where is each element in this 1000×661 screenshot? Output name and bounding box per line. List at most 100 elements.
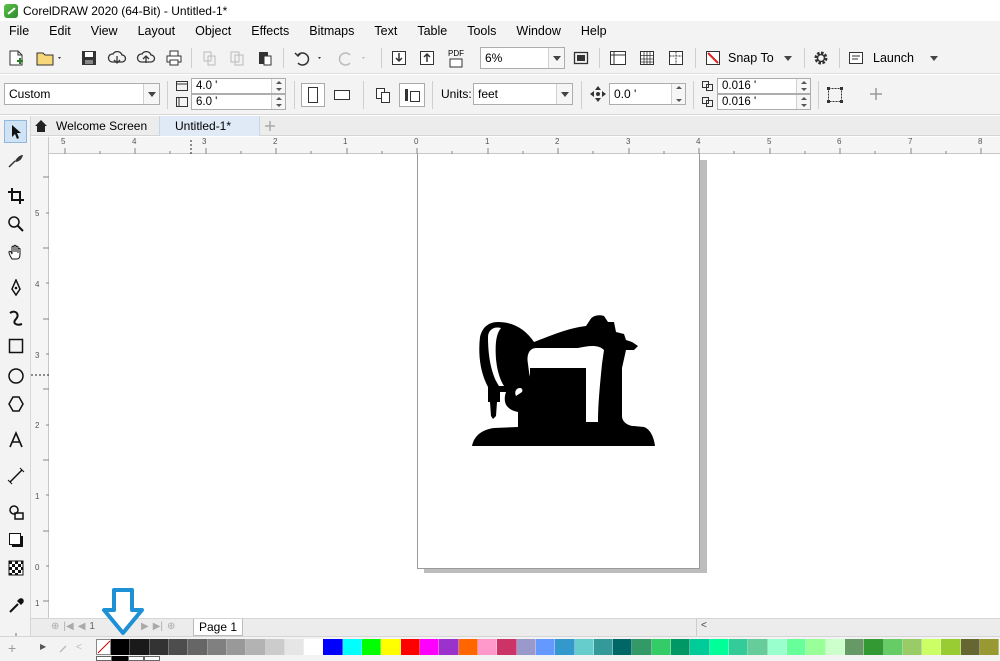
color-swatch[interactable]: [690, 639, 710, 655]
color-swatch[interactable]: [709, 639, 729, 655]
options-gear-icon[interactable]: [811, 48, 831, 68]
color-swatch[interactable]: [497, 639, 517, 655]
cloud-upload-icon[interactable]: [135, 48, 157, 68]
document-page[interactable]: [417, 154, 700, 569]
color-swatch[interactable]: [362, 639, 382, 655]
transparency-tool-icon[interactable]: [4, 556, 27, 579]
color-swatch[interactable]: [381, 639, 401, 655]
menu-effects[interactable]: Effects: [241, 21, 299, 42]
palette-plus-icon[interactable]: +: [8, 640, 16, 656]
color-swatch[interactable]: [574, 639, 594, 655]
zoom-level-combo[interactable]: 6%: [480, 47, 565, 69]
prev-page-icon[interactable]: ◀: [78, 621, 86, 632]
zoom-tool-icon[interactable]: [4, 212, 27, 235]
first-page-icon[interactable]: |◀: [63, 621, 73, 632]
color-swatch[interactable]: [960, 639, 981, 655]
nudge-distance-field[interactable]: 0.0 ': [609, 83, 686, 105]
color-swatch[interactable]: [130, 639, 150, 655]
copy-icon[interactable]: [227, 48, 247, 68]
menu-edit[interactable]: Edit: [39, 21, 81, 42]
text-tool-icon[interactable]: [4, 428, 27, 451]
horizontal-scrollbar[interactable]: <: [696, 619, 1000, 636]
menu-file[interactable]: File: [0, 21, 39, 42]
color-swatch[interactable]: [980, 639, 1000, 655]
undo-icon[interactable]: [291, 48, 327, 68]
menu-bitmaps[interactable]: Bitmaps: [299, 21, 364, 42]
treat-as-filled-icon[interactable]: [823, 83, 847, 107]
color-swatch[interactable]: [516, 639, 536, 655]
page-height-field[interactable]: 6.0 ': [191, 94, 286, 110]
cut-icon[interactable]: [199, 48, 219, 68]
color-swatch[interactable]: [111, 639, 131, 655]
nudge-distance-spinner[interactable]: [671, 84, 685, 104]
artistic-media-tool-icon[interactable]: [4, 306, 27, 329]
color-swatch[interactable]: [806, 639, 826, 655]
polygon-tool-icon[interactable]: [4, 392, 27, 415]
publish-pdf-icon[interactable]: PDF: [445, 47, 467, 69]
duplicate-y-field[interactable]: 0.016 ': [717, 94, 811, 110]
color-swatch[interactable]: [458, 639, 478, 655]
full-screen-preview-icon[interactable]: [571, 48, 591, 68]
landscape-orientation-icon[interactable]: [330, 83, 354, 107]
color-swatch[interactable]: [246, 639, 266, 655]
page-height-spinner[interactable]: [271, 95, 285, 109]
add-plus-icon[interactable]: [866, 84, 886, 104]
snap-off-icon[interactable]: [703, 48, 723, 68]
page-preset-combo[interactable]: Custom: [4, 83, 160, 105]
page-width-field[interactable]: 4.0 ': [191, 78, 286, 94]
page-width-spinner[interactable]: [271, 79, 285, 93]
duplicate-y-spinner[interactable]: [796, 95, 810, 109]
export-icon[interactable]: [417, 48, 437, 68]
save-icon[interactable]: [79, 48, 99, 68]
show-grid-icon[interactable]: [636, 48, 658, 68]
duplicate-x-spinner[interactable]: [796, 79, 810, 93]
pan-hand-tool-icon[interactable]: [4, 240, 27, 263]
color-swatch[interactable]: [844, 639, 865, 655]
current-page-icon[interactable]: [399, 83, 425, 107]
color-swatch[interactable]: [323, 639, 343, 655]
portrait-orientation-icon[interactable]: [301, 83, 325, 107]
add-page-before-icon[interactable]: ⊕: [51, 621, 59, 632]
color-swatch[interactable]: [168, 639, 189, 655]
color-swatch[interactable]: [477, 639, 498, 655]
color-swatch[interactable]: [767, 639, 787, 655]
horizontal-ruler[interactable]: 5 4 3 2 1 0 1 2 3 4 5 6 7 8: [49, 137, 1000, 154]
units-chevron-icon[interactable]: [556, 84, 572, 104]
all-pages-icon[interactable]: [371, 83, 395, 107]
color-swatch[interactable]: [613, 639, 633, 655]
color-swatch[interactable]: [902, 639, 923, 655]
drop-shadow-tool-icon[interactable]: [4, 528, 27, 551]
menu-layout[interactable]: Layout: [128, 21, 186, 42]
color-swatch[interactable]: [400, 639, 420, 655]
rectangle-tool-icon[interactable]: [4, 334, 27, 357]
color-swatch[interactable]: [786, 639, 807, 655]
menu-help[interactable]: Help: [571, 21, 617, 42]
new-document-icon[interactable]: [6, 48, 26, 68]
color-swatch[interactable]: [439, 639, 459, 655]
color-swatch[interactable]: [342, 639, 363, 655]
color-swatch[interactable]: [284, 639, 305, 655]
ellipse-tool-icon[interactable]: [4, 364, 27, 387]
page-1-tab[interactable]: Page 1: [193, 619, 243, 636]
zoom-dropdown-chevron-icon[interactable]: [548, 48, 564, 68]
pen-tool-icon[interactable]: [4, 276, 27, 299]
new-tab-plus-icon[interactable]: [261, 116, 279, 136]
open-icon[interactable]: [34, 48, 64, 68]
print-icon[interactable]: [164, 48, 184, 68]
color-swatch[interactable]: [149, 639, 169, 655]
sewing-machine-silhouette[interactable]: [418, 154, 701, 569]
color-swatch[interactable]: [226, 639, 247, 655]
color-swatch[interactable]: [729, 639, 749, 655]
color-swatch[interactable]: [825, 639, 845, 655]
color-swatch[interactable]: [593, 639, 614, 655]
color-swatch[interactable]: [207, 639, 227, 655]
color-swatch[interactable]: [420, 639, 440, 655]
menu-object[interactable]: Object: [185, 21, 241, 42]
redo-icon[interactable]: [335, 48, 371, 68]
vertical-ruler[interactable]: 5 4 3 2 1 0 1: [31, 137, 49, 618]
menu-view[interactable]: View: [81, 21, 128, 42]
tab-untitled-1[interactable]: Untitled-1*: [159, 116, 260, 136]
tab-welcome-screen[interactable]: Welcome Screen: [31, 116, 159, 136]
palette-scroll-left-icon[interactable]: ▶: [40, 642, 46, 651]
duplicate-x-field[interactable]: 0.016 ': [717, 78, 811, 94]
